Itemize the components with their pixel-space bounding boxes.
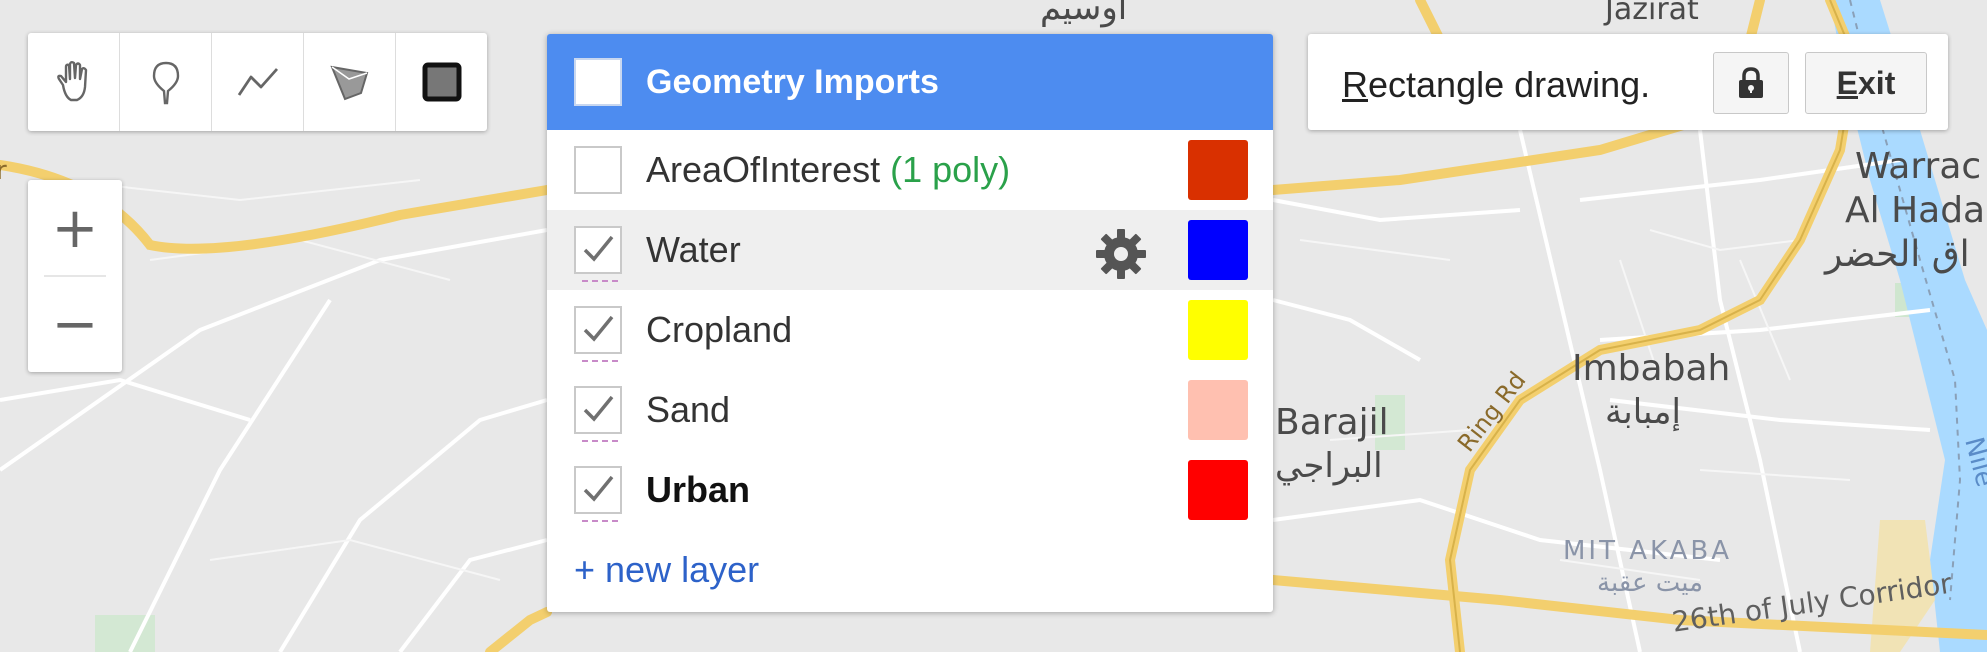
lock-icon [1739, 67, 1763, 98]
layer-color-swatch[interactable] [1188, 300, 1248, 360]
map-label-warraq: Warrac [1855, 146, 1982, 187]
map-label-mit-akaba: MIT AKABA [1563, 536, 1733, 566]
checkmark-icon [583, 395, 614, 422]
checkbox-underline [582, 440, 618, 442]
line-icon [237, 68, 278, 96]
map-label-barajil-arabic: البراجي [1275, 446, 1383, 486]
drawing-mode-label-text: ectangle drawing. [1368, 64, 1651, 105]
map-label-left-edge: r [0, 156, 7, 186]
pan-tool-button[interactable] [28, 33, 120, 131]
layer-row-water[interactable]: Water [547, 210, 1273, 290]
layer-row-sand[interactable]: Sand [547, 370, 1273, 450]
draw-polygon-button[interactable] [304, 33, 396, 131]
layer-name[interactable]: Urban [646, 469, 750, 511]
map-label-awsim: أوسيم [1040, 0, 1128, 28]
exit-drawing-button[interactable]: Exit [1805, 52, 1927, 114]
layer-name[interactable]: Cropland [646, 309, 792, 351]
geometry-imports-panel: Geometry Imports AreaOfInterest (1 poly)… [547, 34, 1273, 612]
checkbox-underline [582, 360, 618, 362]
map-label-barajil: Barajil [1275, 402, 1389, 443]
layer-row-urban[interactable]: Urban [547, 450, 1273, 530]
layer-color-swatch[interactable] [1188, 140, 1248, 200]
exit-accesskey: E [1836, 64, 1858, 101]
draw-rectangle-button[interactable] [396, 33, 487, 131]
drawing-mode-panel: Rectangle drawing. Exit [1308, 34, 1948, 130]
layer-row-areaofinterest[interactable]: AreaOfInterest (1 poly) [547, 130, 1273, 210]
exit-label: xit [1858, 64, 1896, 101]
layer-row-cropland[interactable]: Cropland [547, 290, 1273, 370]
new-layer-link[interactable]: + new layer [574, 530, 1273, 610]
layer-checkbox[interactable] [574, 386, 622, 442]
drawing-mode-label-accesskey: R [1342, 64, 1368, 105]
layer-color-swatch[interactable] [1188, 380, 1248, 440]
rectangle-icon [422, 62, 461, 102]
panel-header: Geometry Imports [547, 34, 1273, 130]
drawing-mode-label: Rectangle drawing. [1342, 64, 1650, 106]
layer-color-swatch[interactable] [1188, 220, 1248, 280]
panel-title: Geometry Imports [646, 62, 939, 101]
layer-color-swatch[interactable] [1188, 460, 1248, 520]
marker-icon [152, 61, 179, 105]
layer-checkbox[interactable] [574, 146, 622, 194]
add-marker-button[interactable] [120, 33, 212, 131]
layer-name[interactable]: Sand [646, 389, 730, 431]
checkmark-icon [583, 475, 614, 502]
select-all-checkbox[interactable] [574, 58, 622, 106]
map-label-al-hada: Al Hada [1845, 190, 1986, 231]
zoom-out-button[interactable]: − [28, 276, 122, 372]
layer-geometry-count: (1 poly) [890, 149, 1011, 190]
polygon-icon [329, 65, 368, 101]
map-label-mit-akaba-arabic: ميت عقبة [1597, 568, 1704, 598]
map-label-imbabah-arabic: إمبابة [1605, 392, 1681, 432]
drawing-toolbar [28, 33, 487, 131]
zoom-in-button[interactable]: + [28, 180, 122, 276]
map-label-jazirat: Jazirat [1605, 0, 1699, 27]
checkmark-icon [583, 315, 614, 342]
hand-icon [56, 61, 87, 102]
layer-checkbox[interactable] [574, 306, 622, 362]
checkbox-underline [582, 280, 618, 282]
checkbox-underline [582, 520, 618, 522]
layer-name[interactable]: AreaOfInterest [646, 149, 880, 191]
checkmark-icon [583, 235, 614, 262]
gear-icon[interactable] [1093, 226, 1149, 282]
draw-line-button[interactable] [212, 33, 304, 131]
layer-name[interactable]: Water [646, 229, 741, 271]
map-label-al-hadar-arabic: اق الحضر [1825, 234, 1970, 275]
zoom-control: + − [28, 180, 122, 372]
layer-checkbox[interactable] [574, 466, 622, 522]
layer-checkbox[interactable] [574, 226, 622, 282]
map-label-imbabah: Imbabah [1572, 348, 1731, 389]
lock-tool-button[interactable] [1713, 52, 1789, 114]
